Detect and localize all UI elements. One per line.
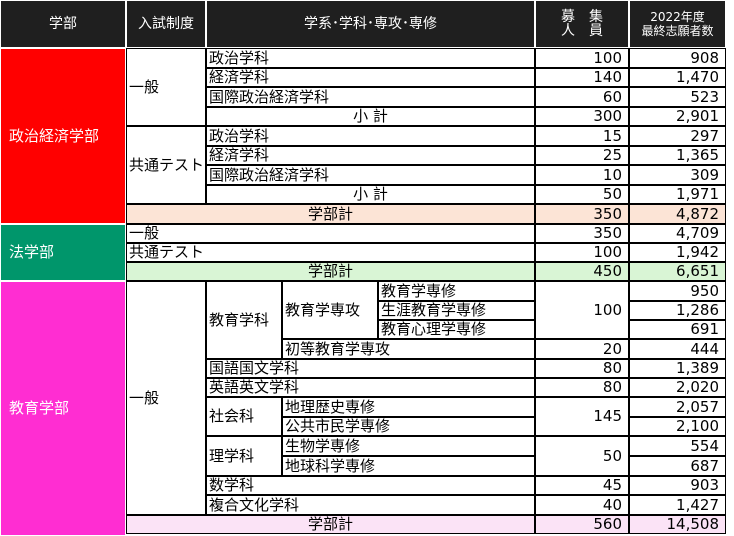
education-sugaku-app: 903	[629, 476, 726, 495]
politics-kyotsu-subtotal-app: 1,971	[629, 185, 726, 204]
header-applicants-year: 2022年度	[650, 9, 705, 24]
education-system-ippan: 一般	[126, 281, 206, 515]
politics-ippan-cap-2: 140	[535, 68, 629, 87]
applicants-table: 学部 入試制度 学系･学科･専攻･専修 募 集 人 員 2022年度 最終志願者…	[0, 0, 734, 536]
law-total-cap: 450	[535, 262, 629, 281]
header-exam-system: 入試制度	[126, 0, 206, 48]
header-applicants: 2022年度 最終志願者数	[629, 0, 726, 48]
politics-system-kyotsu: 共通テスト	[126, 126, 206, 204]
education-kokugo-cap: 80	[535, 359, 629, 378]
education-rika-dept: 理学科	[206, 436, 282, 476]
politics-kyotsu-subtotal-label: 小 計	[206, 185, 535, 204]
header-faculty: 学部	[0, 0, 126, 48]
politics-kyotsu-cap-2: 25	[535, 146, 629, 165]
education-fukugo-app: 1,427	[629, 495, 726, 515]
politics-kyotsu-dept-3: 国際政治経済学科	[206, 165, 535, 185]
faculty-law: 法学部	[0, 224, 126, 281]
education-kyoiku-major: 教育学専攻	[282, 281, 378, 339]
politics-ippan-cap-3: 60	[535, 87, 629, 107]
politics-ippan-cap-1: 100	[535, 48, 629, 68]
education-kyoiku-course-2: 生涯教育学専修	[378, 301, 535, 320]
education-rika-app-1: 554	[629, 436, 726, 456]
faculty-politics: 政治経済学部	[0, 48, 126, 224]
education-total-cap: 560	[535, 515, 629, 534]
education-eigo-cap: 80	[535, 378, 629, 397]
politics-ippan-subtotal-app: 2,901	[629, 107, 726, 126]
education-eigo-dept: 英語英文学科	[206, 378, 535, 397]
politics-kyotsu-subtotal-cap: 50	[535, 185, 629, 204]
education-fukugo-cap: 40	[535, 495, 629, 515]
law-system-ippan: 一般	[126, 224, 535, 243]
education-kyoiku-cap: 100	[535, 281, 629, 339]
law-ippan-cap: 350	[535, 224, 629, 243]
education-shakai-cap: 145	[535, 397, 629, 436]
politics-kyotsu-app-3: 309	[629, 165, 726, 185]
header-department: 学系･学科･専攻･専修	[206, 0, 535, 48]
politics-ippan-app-1: 908	[629, 48, 726, 68]
politics-total-app: 4,872	[629, 204, 726, 224]
law-kyotsu-app: 1,942	[629, 243, 726, 262]
politics-ippan-app-3: 523	[629, 87, 726, 107]
politics-kyotsu-app-1: 297	[629, 126, 726, 146]
politics-total-cap: 350	[535, 204, 629, 224]
education-sugaku-dept: 数学科	[206, 476, 535, 495]
education-kyoiku-course-1: 教育学専修	[378, 281, 535, 301]
education-shakai-app-2: 2,100	[629, 417, 726, 436]
education-shakai-course-1: 地理歴史専修	[282, 397, 535, 417]
law-kyotsu-cap: 100	[535, 243, 629, 262]
education-rika-app-2: 687	[629, 456, 726, 476]
education-shoto-cap: 20	[535, 339, 629, 359]
education-kokugo-dept: 国語国文学科	[206, 359, 535, 378]
law-ippan-app: 4,709	[629, 224, 726, 243]
education-shoto-major: 初等教育学専攻	[282, 339, 535, 359]
header-capacity: 募 集 人 員	[535, 0, 629, 48]
faculty-education: 教育学部	[0, 281, 126, 536]
law-total-app: 6,651	[629, 262, 726, 281]
law-system-kyotsu: 共通テスト	[126, 243, 535, 262]
header-applicants-label: 最終志願者数	[641, 24, 714, 38]
law-total-label: 学部計	[126, 262, 535, 281]
education-shakai-dept: 社会科	[206, 397, 282, 436]
education-kyoiku-dept: 教育学科	[206, 281, 282, 359]
education-shakai-app-1: 2,057	[629, 397, 726, 417]
education-kyoiku-app-2: 1,286	[629, 301, 726, 320]
politics-ippan-dept-3: 国際政治経済学科	[206, 87, 535, 107]
politics-kyotsu-dept-1: 政治学科	[206, 126, 535, 146]
education-rika-course-1: 生物学専修	[282, 436, 535, 456]
education-rika-cap: 50	[535, 436, 629, 476]
education-shakai-course-2: 公共市民学専修	[282, 417, 535, 436]
education-total-app: 14,508	[629, 515, 726, 534]
education-sugaku-cap: 45	[535, 476, 629, 495]
education-kyoiku-app-3: 691	[629, 320, 726, 339]
politics-ippan-app-2: 1,470	[629, 68, 726, 87]
education-shoto-app: 444	[629, 339, 726, 359]
politics-ippan-subtotal-cap: 300	[535, 107, 629, 126]
politics-ippan-dept-2: 経済学科	[206, 68, 535, 87]
politics-kyotsu-dept-2: 経済学科	[206, 146, 535, 165]
politics-total-label: 学部計	[126, 204, 535, 224]
politics-ippan-subtotal-label: 小 計	[206, 107, 535, 126]
education-rika-course-2: 地球科学専修	[282, 456, 535, 476]
politics-kyotsu-cap-1: 15	[535, 126, 629, 146]
education-fukugo-dept: 複合文化学科	[206, 495, 535, 515]
education-eigo-app: 2,020	[629, 378, 726, 397]
education-kokugo-app: 1,389	[629, 359, 726, 378]
politics-kyotsu-cap-3: 10	[535, 165, 629, 185]
politics-ippan-dept-1: 政治学科	[206, 48, 535, 68]
education-kyoiku-course-3: 教育心理学専修	[378, 320, 535, 339]
education-kyoiku-app-1: 950	[629, 281, 726, 301]
politics-kyotsu-app-2: 1,365	[629, 146, 726, 165]
education-total-label: 学部計	[126, 515, 535, 534]
politics-system-ippan: 一般	[126, 48, 206, 126]
